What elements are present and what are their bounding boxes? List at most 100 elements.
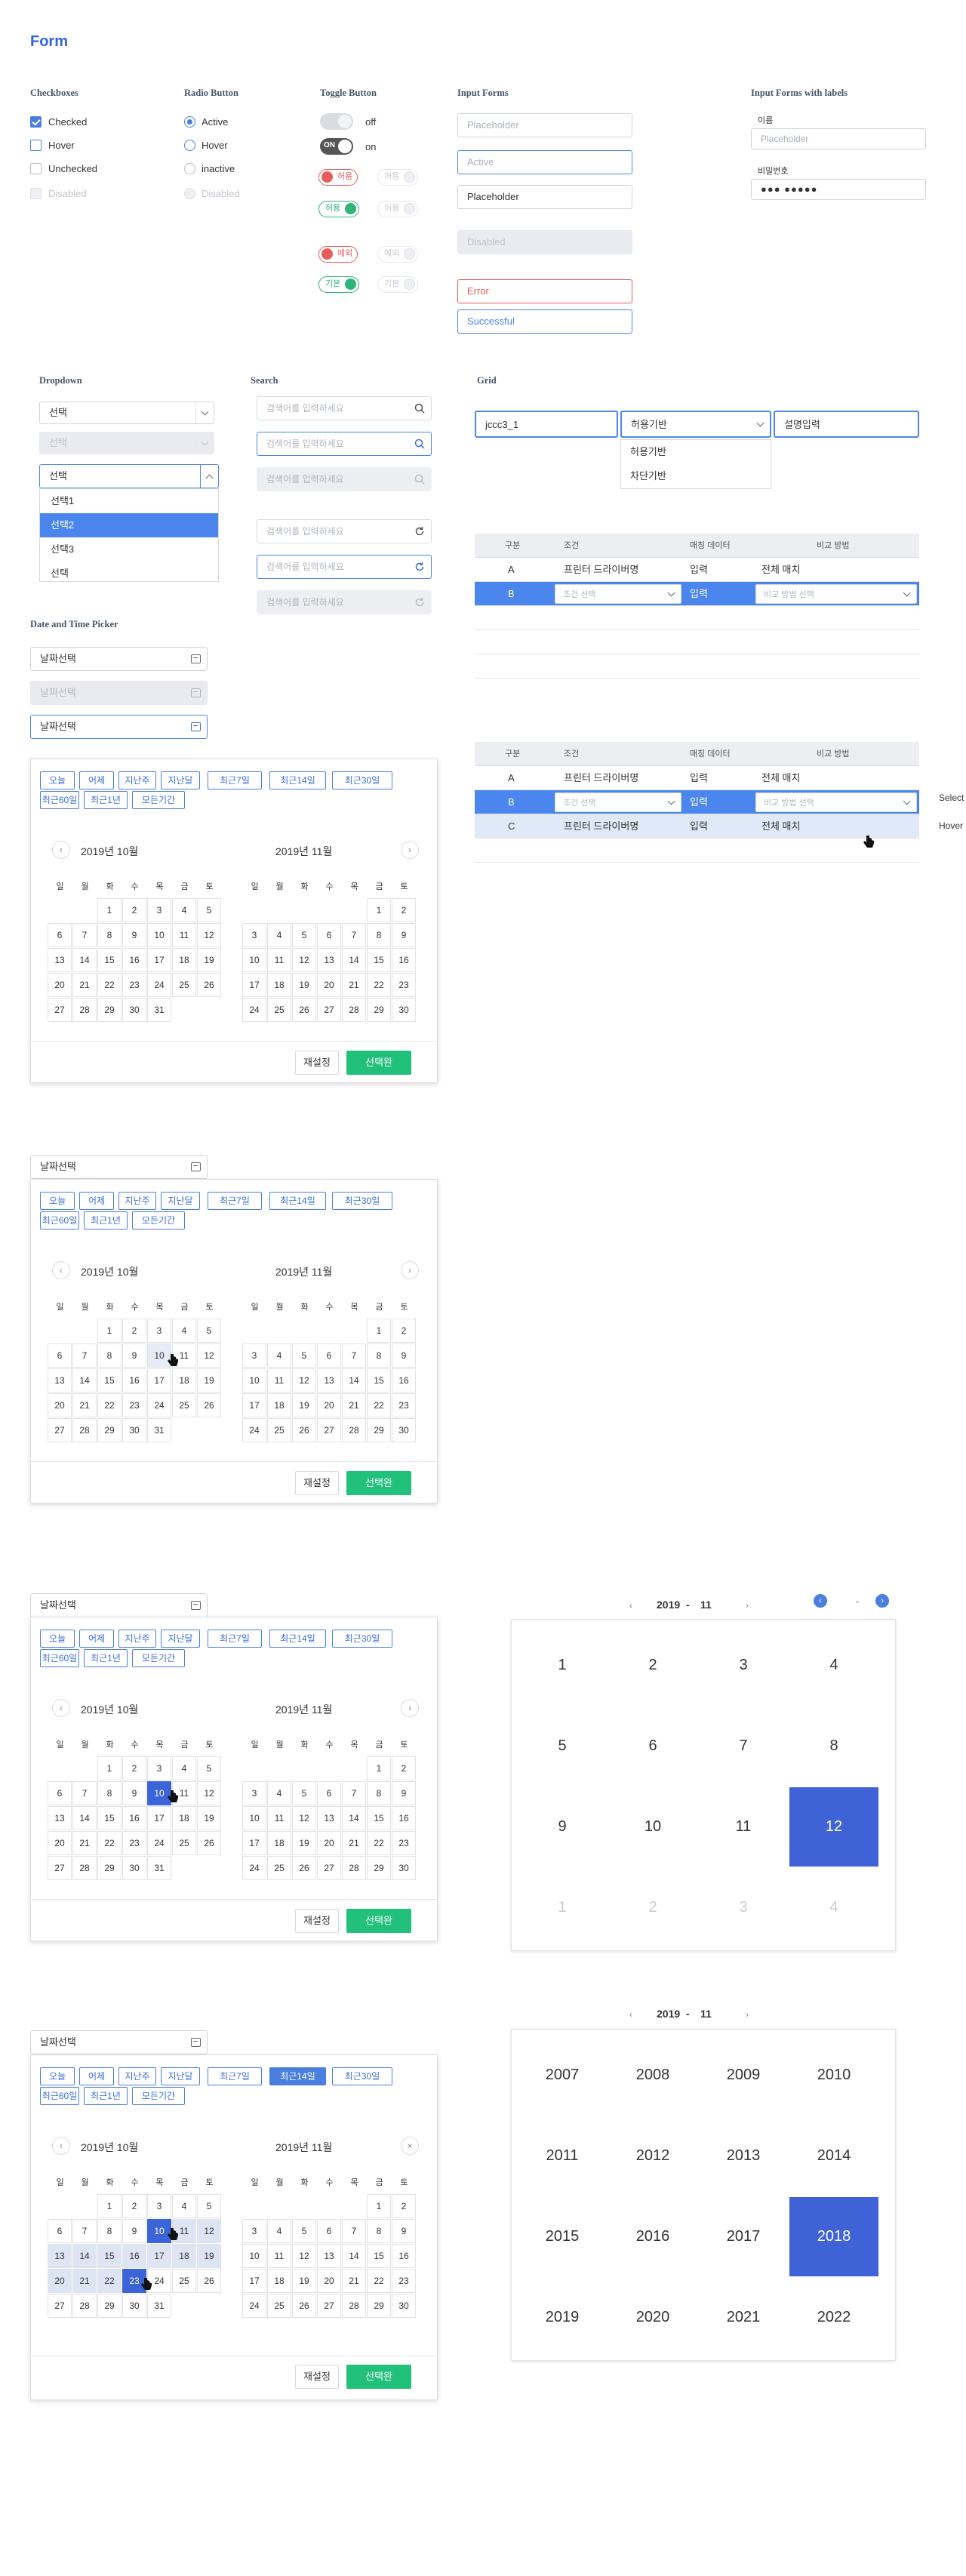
day-cell[interactable]: 6: [48, 2219, 72, 2243]
quick-range-button[interactable]: 지난주: [118, 1630, 156, 1648]
quick-range-button[interactable]: 모든기간: [132, 1211, 185, 1230]
day-cell[interactable]: 15: [97, 2244, 122, 2268]
prev-month-button[interactable]: ‹: [52, 1699, 70, 1717]
year-picker-year[interactable]: 2019: [657, 2008, 680, 2020]
day-cell[interactable]: 30: [392, 998, 416, 1022]
year-cell[interactable]: 2016: [608, 2197, 697, 2276]
day-cell[interactable]: 4: [172, 1319, 196, 1343]
day-cell[interactable]: 7: [72, 2219, 97, 2243]
day-cell[interactable]: 21: [72, 973, 97, 997]
day-cell[interactable]: 24: [147, 1393, 171, 1417]
day-cell[interactable]: 18: [172, 1368, 196, 1393]
day-cell[interactable]: 9: [392, 2219, 416, 2243]
quick-range-button[interactable]: 최근30일: [332, 1630, 392, 1648]
day-cell[interactable]: 2: [122, 898, 146, 922]
quick-range-button[interactable]: 어제: [79, 1630, 114, 1648]
year-cell[interactable]: 2020: [608, 2278, 697, 2357]
quick-range-button[interactable]: 최근60일: [40, 1211, 79, 1230]
prev-arrow-icon[interactable]: ‹: [629, 1600, 632, 1611]
quick-range-button[interactable]: 최근14일: [269, 2067, 326, 2085]
quick-range-button[interactable]: 최근30일: [332, 2067, 392, 2085]
day-cell[interactable]: 14: [72, 1368, 97, 1393]
quick-range-button[interactable]: 최근1년: [84, 1211, 128, 1230]
table-row[interactable]: A 프린터 드라이버명 입력 전체 매치: [475, 766, 919, 790]
done-button[interactable]: 선택완: [346, 1909, 411, 1933]
quick-range-button[interactable]: 최근30일: [332, 771, 392, 789]
day-cell[interactable]: 30: [122, 1418, 146, 1442]
year-cell[interactable]: 2013: [699, 2116, 788, 2196]
dropdown-option[interactable]: 선택: [40, 562, 218, 581]
quick-range-button[interactable]: 최근14일: [269, 1192, 326, 1210]
quick-range-button[interactable]: 지난주: [118, 1192, 156, 1210]
input-placeholder[interactable]: Placeholder: [457, 113, 632, 137]
day-cell[interactable]: 5: [197, 2194, 221, 2218]
quick-range-button[interactable]: 모든기간: [132, 791, 185, 809]
date-input[interactable]: 날짜선택: [30, 2030, 208, 2054]
quick-range-button[interactable]: 오늘: [40, 1630, 75, 1648]
quick-range-button[interactable]: 최근60일: [40, 791, 79, 809]
day-cell[interactable]: 25: [267, 998, 291, 1022]
day-cell[interactable]: 15: [97, 1806, 122, 1830]
quick-range-button[interactable]: 지난주: [118, 2067, 156, 2085]
day-cell[interactable]: 14: [72, 948, 97, 972]
grid-description-input[interactable]: 설명입력: [774, 411, 919, 438]
day-cell[interactable]: 7: [342, 2219, 366, 2243]
day-cell[interactable]: 12: [292, 948, 316, 972]
quick-range-button[interactable]: 어제: [79, 771, 114, 789]
calendar-icon[interactable]: [191, 1162, 201, 1171]
year-cell[interactable]: 2011: [518, 2116, 607, 2196]
day-cell[interactable]: 2: [392, 898, 416, 922]
input-error[interactable]: Error: [457, 279, 632, 303]
day-cell[interactable]: 9: [122, 1781, 146, 1805]
day-cell[interactable]: 28: [72, 1856, 97, 1880]
next-month-button[interactable]: ›: [401, 1699, 419, 1717]
day-cell[interactable]: 15: [367, 948, 391, 972]
day-cell[interactable]: 22: [97, 1393, 122, 1417]
day-cell[interactable]: 20: [317, 973, 341, 997]
day-cell[interactable]: 12: [197, 2219, 221, 2243]
table-row[interactable]: [475, 654, 919, 679]
toggle-pill-allow-on[interactable]: 허용: [318, 201, 360, 217]
day-cell[interactable]: 15: [97, 1368, 122, 1393]
day-cell[interactable]: 24: [242, 1856, 266, 1880]
date-input[interactable]: 날짜선택: [30, 1155, 208, 1179]
year-cell[interactable]: 2015: [518, 2197, 607, 2276]
table-row-hover[interactable]: C 프린터 드라이버명 입력 전체 매치: [475, 814, 919, 839]
grid-option[interactable]: 허용기반: [621, 440, 771, 464]
day-cell[interactable]: 10: [242, 2244, 266, 2268]
day-cell[interactable]: 1: [367, 898, 391, 922]
day-cell[interactable]: 20: [48, 1393, 72, 1417]
quick-range-button[interactable]: 최근14일: [269, 771, 326, 789]
day-cell[interactable]: 9: [392, 1781, 416, 1805]
table-row-selected[interactable]: B 조건 선택 입력 비교 방법 선택: [475, 582, 919, 606]
day-cell[interactable]: 26: [197, 973, 221, 997]
day-cell[interactable]: 31: [147, 2294, 171, 2318]
day-cell[interactable]: 13: [48, 948, 72, 972]
input-success[interactable]: Successful: [457, 309, 632, 334]
table-row[interactable]: [475, 839, 919, 863]
day-cell[interactable]: 21: [342, 2269, 366, 2293]
day-cell[interactable]: 28: [72, 2294, 97, 2318]
day-cell[interactable]: 29: [97, 2294, 122, 2318]
day-cell[interactable]: 2: [392, 2194, 416, 2218]
year-cell[interactable]: 2014: [789, 2116, 878, 2196]
day-cell[interactable]: 4: [267, 1343, 291, 1368]
day-cell[interactable]: 21: [342, 973, 366, 997]
day-cell[interactable]: 15: [367, 1806, 391, 1830]
dropdown-option[interactable]: 선택3: [40, 537, 218, 562]
day-cell[interactable]: 1: [97, 1319, 122, 1343]
day-cell[interactable]: 3: [242, 2219, 266, 2243]
input-active[interactable]: Active: [457, 150, 632, 174]
day-cell[interactable]: 29: [97, 1418, 122, 1442]
day-cell[interactable]: 12: [197, 1343, 221, 1368]
day-cell[interactable]: 24: [147, 973, 171, 997]
day-cell[interactable]: 28: [342, 2294, 366, 2318]
day-cell[interactable]: 18: [172, 1806, 196, 1830]
day-cell[interactable]: 31: [147, 998, 171, 1022]
day-cell[interactable]: 9: [392, 923, 416, 947]
date-input-active[interactable]: 날짜선택: [30, 715, 208, 739]
day-cell[interactable]: 11: [267, 1368, 291, 1393]
grid-option[interactable]: 차단기반: [621, 464, 771, 488]
reset-button[interactable]: 재설정: [295, 1909, 339, 1933]
quick-range-button[interactable]: 최근60일: [40, 1649, 79, 1667]
